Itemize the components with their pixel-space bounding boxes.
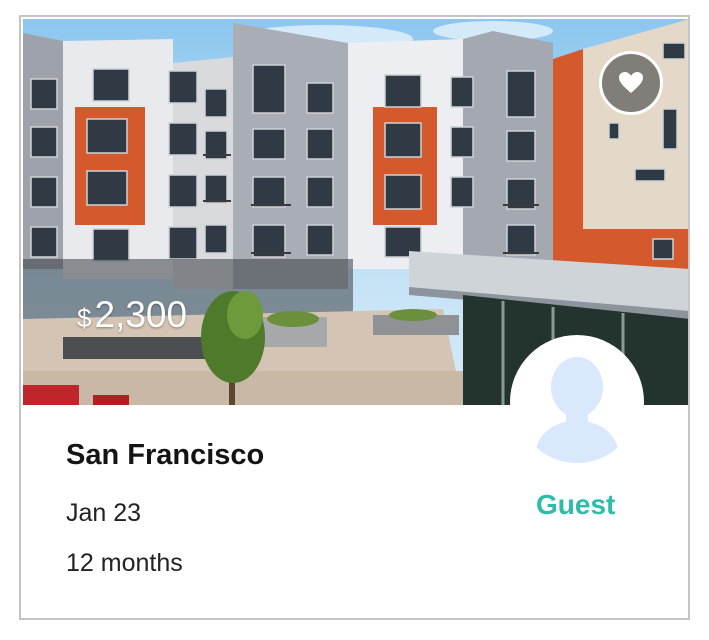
listing-card[interactable]: $ 2,300 San Francisco Jan 23 12 months G… <box>19 15 690 620</box>
favorite-button[interactable] <box>599 51 663 115</box>
listing-duration: 12 months <box>66 549 183 577</box>
price-label: $ 2,300 <box>77 294 187 336</box>
avatar-image <box>516 341 638 463</box>
listing-date: Jan 23 <box>66 499 142 527</box>
heart-icon <box>619 72 643 93</box>
listing-city: San Francisco <box>66 439 265 471</box>
person-silhouette-icon <box>516 341 638 463</box>
price-amount: 2,300 <box>94 294 188 335</box>
user-role-label: Guest <box>536 489 616 520</box>
price-currency: $ <box>77 303 92 333</box>
avatar[interactable] <box>510 335 644 469</box>
